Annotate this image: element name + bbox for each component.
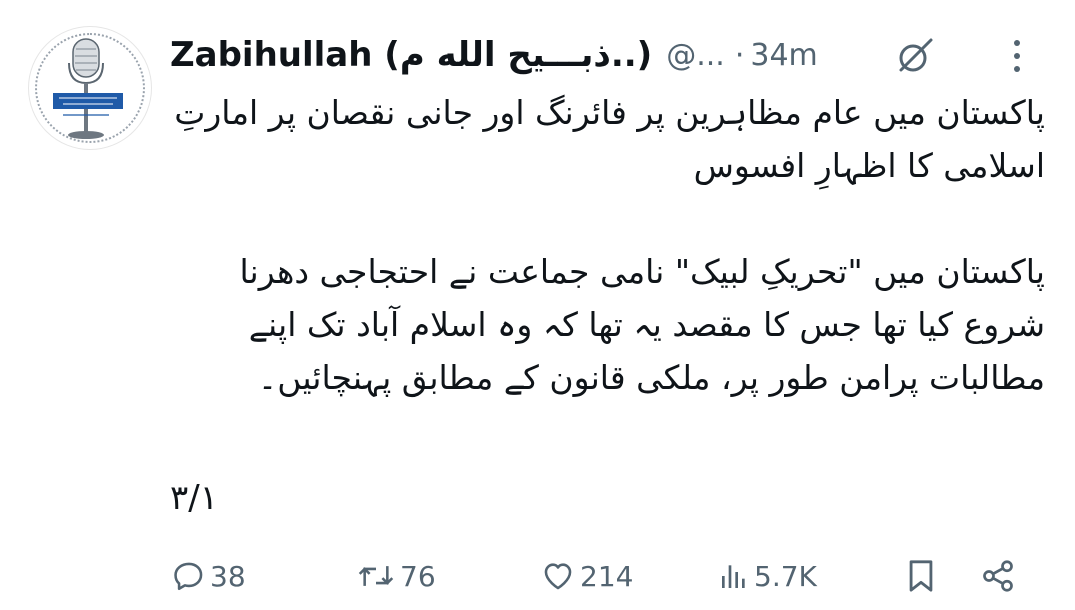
- repost-count: 76: [400, 559, 436, 593]
- action-bar: 38 76 214 5.7K: [172, 553, 1032, 599]
- bookmark-icon: [909, 560, 933, 592]
- timestamp[interactable]: 34m: [750, 38, 817, 73]
- thread-count: ۳/۱: [170, 478, 218, 518]
- grok-icon[interactable]: [895, 36, 935, 76]
- display-name[interactable]: Zabihullah (ذبـــیح الله م..): [170, 35, 652, 75]
- repost-button[interactable]: 76: [356, 553, 436, 599]
- bookmark-button[interactable]: [904, 553, 938, 599]
- separator-dot: ·: [734, 37, 745, 73]
- tweet-paragraph-2: پاکستان میں "تحریکِ لبیک" نامی جماعت نے …: [239, 252, 1046, 397]
- reply-count: 38: [210, 559, 246, 593]
- reply-button[interactable]: 38: [172, 553, 246, 599]
- share-button[interactable]: [980, 553, 1016, 599]
- share-icon: [983, 560, 1013, 592]
- tweet-paragraph-1: پاکستان میں عام مظاہرین پر فائرنگ اور جا…: [174, 93, 1045, 185]
- user-handle[interactable]: @...: [666, 38, 725, 73]
- like-icon: [544, 563, 572, 590]
- tweet-text: پاکستان میں عام مظاہرین پر فائرنگ اور جا…: [150, 86, 1045, 404]
- like-count: 214: [580, 559, 634, 593]
- like-button[interactable]: 214: [540, 553, 633, 599]
- microphone-icon: [53, 38, 123, 139]
- more-vertical-icon[interactable]: [1005, 34, 1029, 78]
- views-icon: [722, 565, 745, 588]
- tweet-header: Zabihullah (ذبـــیح الله م..) @... · 34m: [170, 30, 1050, 80]
- avatar[interactable]: [28, 26, 152, 150]
- views-button[interactable]: 5.7K: [718, 553, 817, 599]
- repost-icon: [358, 566, 394, 586]
- views-count: 5.7K: [754, 559, 817, 593]
- reply-icon: [174, 562, 203, 591]
